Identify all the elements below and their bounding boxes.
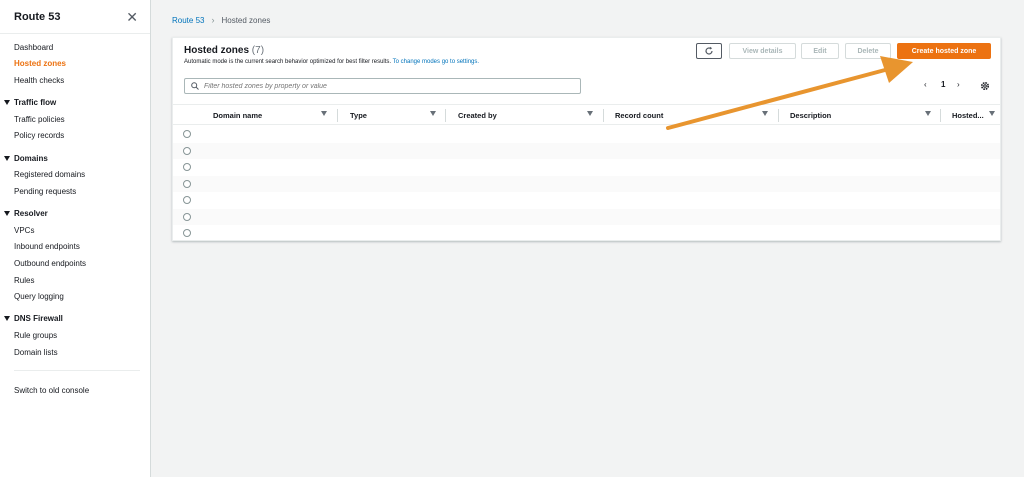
sort-icon[interactable] [587,111,593,116]
sidebar-item-registered-domains[interactable]: Registered domains [14,170,85,179]
sidebar-item-query-logging[interactable]: Query logging [14,292,64,301]
description-text: Automatic mode is the current search beh… [184,59,392,65]
search-icon [191,82,199,90]
table-row[interactable] [173,142,1000,159]
breadcrumb-route53-link[interactable]: Route 53 [172,16,204,25]
prev-page-button[interactable]: ‹ [924,80,927,89]
settings-gear-icon[interactable] [980,81,990,91]
sidebar-title: Route 53 [14,10,61,23]
hosted-zone-count: (7) [251,45,265,56]
column-record-count[interactable]: Record count [615,111,663,120]
sidebar-section-label: Domains [14,154,48,163]
column-created-by[interactable]: Created by [458,111,497,120]
side-navigation: Route 53 ✕ Dashboard Hosted zones Health… [0,0,151,477]
row-select-radio[interactable] [183,130,191,138]
refresh-button[interactable] [696,43,722,59]
sidebar-item-health-checks[interactable]: Health checks [14,76,64,85]
sidebar-section-resolver[interactable]: Resolver [4,209,48,218]
column-divider[interactable] [445,109,446,122]
sidebar-item-traffic-policies[interactable]: Traffic policies [14,115,65,124]
sidebar-item-pending-requests[interactable]: Pending requests [14,187,76,196]
row-select-radio[interactable] [183,163,191,171]
sidebar-section-label: Traffic flow [14,98,57,107]
caret-down-icon [4,211,10,216]
column-divider[interactable] [603,109,604,122]
column-type[interactable]: Type [350,111,367,120]
sidebar-header: Route 53 ✕ [0,0,150,34]
row-select-radio[interactable] [183,146,191,155]
sort-icon[interactable] [762,111,768,116]
sidebar-item-vpcs[interactable]: VPCs [14,226,34,235]
column-description[interactable]: Description [790,111,831,120]
sidebar-item-domain-lists[interactable]: Domain lists [14,348,58,357]
panel-description: Automatic mode is the current search beh… [184,59,479,65]
table-row[interactable] [173,208,1000,225]
edit-button[interactable]: Edit [801,43,839,59]
table-header: Domain name Type Created by Record count… [173,104,1000,125]
panel-title-text: Hosted zones [184,45,250,56]
sidebar-section-label: DNS Firewall [14,314,63,323]
sidebar-section-dns-firewall[interactable]: DNS Firewall [4,314,63,323]
close-icon[interactable]: ✕ [126,10,138,24]
row-select-radio[interactable] [183,196,191,204]
panel-title: Hosted zones (7) [184,45,264,56]
sidebar-item-hosted-zones[interactable]: Hosted zones [14,59,66,68]
caret-down-icon [4,156,10,161]
table-row[interactable] [173,159,1000,176]
refresh-icon [705,46,713,55]
chevron-right-icon: › [211,15,215,25]
view-details-button[interactable]: View details [729,43,796,59]
sidebar-divider [14,370,140,371]
caret-down-icon [4,100,10,105]
column-hosted[interactable]: Hosted... [952,111,984,120]
settings-link[interactable]: To change modes go to settings. [393,59,479,65]
sidebar-item-inbound-endpoints[interactable]: Inbound endpoints [14,242,80,251]
sidebar-item-rules[interactable]: Rules [14,276,34,285]
sort-icon[interactable] [925,111,931,116]
sort-icon[interactable] [989,111,995,116]
switch-old-console-link[interactable]: Switch to old console [14,386,89,395]
sidebar-section-label: Resolver [14,209,48,218]
sidebar-item-rule-groups[interactable]: Rule groups [14,331,57,340]
breadcrumb-current: Hosted zones [221,15,271,25]
table-row[interactable] [173,126,1000,143]
row-select-radio[interactable] [183,229,191,237]
breadcrumb: Route 53 › Hosted zones [172,15,270,25]
hosted-zones-panel: Hosted zones (7) Automatic mode is the c… [172,37,1001,241]
next-page-button[interactable]: › [957,80,960,89]
column-divider[interactable] [337,109,338,122]
filter-search-box[interactable] [184,78,581,94]
sidebar-section-domains[interactable]: Domains [4,154,48,163]
sort-icon[interactable] [321,111,327,116]
column-divider[interactable] [940,109,941,122]
delete-button[interactable]: Delete [845,43,891,59]
create-hosted-zone-button[interactable]: Create hosted zone [897,43,991,59]
table-row[interactable] [173,192,1000,209]
caret-down-icon [4,316,10,321]
sidebar-item-outbound-endpoints[interactable]: Outbound endpoints [14,259,86,268]
table-row[interactable] [173,175,1000,192]
column-divider[interactable] [778,109,779,122]
sidebar-item-policy-records[interactable]: Policy records [14,131,64,140]
column-domain-name[interactable]: Domain name [213,111,262,120]
sort-icon[interactable] [430,111,436,116]
table-row[interactable] [173,225,1000,242]
search-input[interactable] [204,82,574,90]
row-select-radio[interactable] [183,179,191,188]
page-number[interactable]: 1 [941,80,945,89]
row-select-radio[interactable] [183,212,191,221]
sidebar-section-traffic-flow[interactable]: Traffic flow [4,98,56,107]
sidebar-item-dashboard[interactable]: Dashboard [14,43,53,52]
